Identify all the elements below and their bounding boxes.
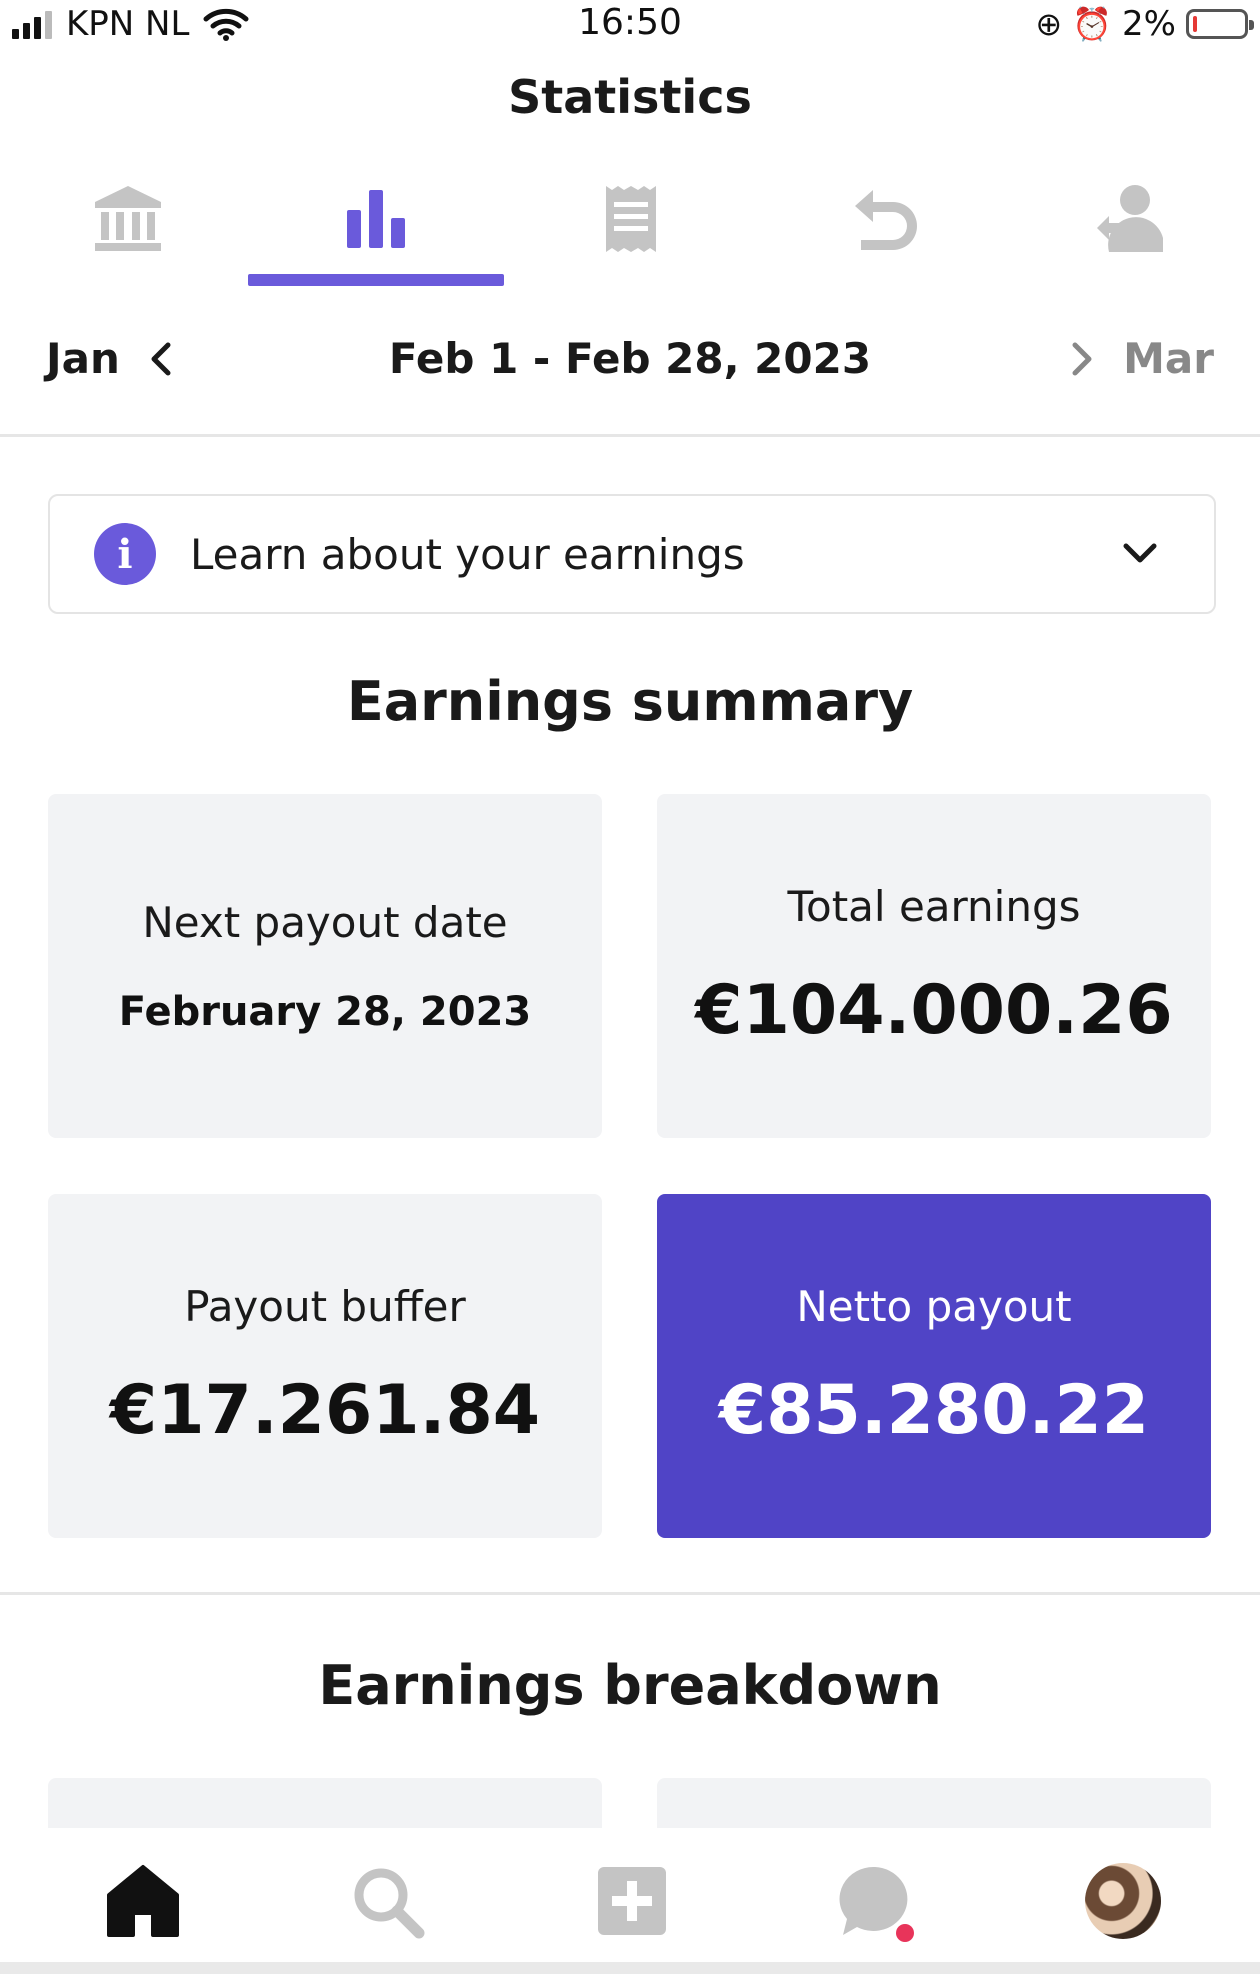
netto-payout-card: Netto payout €85.280.22 (657, 1194, 1211, 1538)
nav-add[interactable] (587, 1856, 677, 1946)
tab-refunds[interactable] (758, 170, 1014, 290)
previous-month-label: Jan (46, 334, 120, 383)
payout-buffer-card: Payout buffer €17.261.84 (48, 1194, 602, 1538)
battery-percent: 2% (1122, 4, 1176, 44)
orientation-lock-icon: ⊕ (1035, 5, 1063, 43)
nav-home[interactable] (98, 1856, 188, 1946)
status-bar: KPN NL 16:50 ⊕ ⏰ 2% (0, 0, 1260, 48)
battery-icon (1186, 9, 1254, 39)
next-month-button[interactable]: Mar (1067, 334, 1214, 383)
user-icon (1097, 185, 1163, 252)
tab-statistics[interactable] (248, 170, 504, 290)
chevron-down-icon (1123, 543, 1157, 563)
bar-chart-icon (347, 190, 405, 248)
chevron-left-icon (151, 342, 171, 375)
chevron-right-icon (1072, 342, 1092, 375)
next-payout-value: February 28, 2023 (118, 988, 532, 1035)
nav-messages[interactable] (830, 1856, 920, 1946)
next-month-label: Mar (1123, 334, 1214, 383)
divider (0, 434, 1260, 437)
page-title: Statistics (508, 70, 752, 124)
period-range: Feb 1 - Feb 28, 2023 (388, 334, 872, 383)
receipt-icon (606, 186, 656, 252)
nav-profile[interactable] (1078, 1856, 1168, 1946)
next-payout-label: Next payout date (142, 897, 508, 947)
payout-buffer-value: €17.261.84 (109, 1371, 541, 1450)
earnings-summary-title: Earnings summary (346, 670, 914, 733)
learn-earnings-expander[interactable]: i Learn about your earnings (48, 494, 1216, 614)
total-earnings-value: €104.000.26 (695, 971, 1173, 1050)
home-icon (107, 1865, 179, 1937)
earnings-breakdown-title: Earnings breakdown (318, 1654, 942, 1717)
tab-bar (0, 170, 1260, 290)
tab-bank[interactable] (0, 170, 256, 290)
undo-icon (855, 190, 917, 250)
bottom-navigation (0, 1828, 1260, 1974)
payout-buffer-label: Payout buffer (184, 1282, 466, 1331)
bank-icon (95, 186, 161, 251)
info-icon: i (94, 523, 156, 585)
active-tab-indicator (248, 274, 504, 286)
notification-dot (896, 1924, 914, 1942)
netto-payout-value: €85.280.22 (718, 1371, 1150, 1450)
total-earnings-label: Total earnings (787, 882, 1081, 931)
alarm-icon: ⏰ (1072, 5, 1113, 43)
month-navigation: Jan Feb 1 - Feb 28, 2023 Mar (0, 330, 1260, 394)
total-earnings-card: Total earnings €104.000.26 (657, 794, 1211, 1138)
search-icon (354, 1868, 425, 1939)
next-payout-card: Next payout date February 28, 2023 (48, 794, 602, 1138)
learn-earnings-label: Learn about your earnings (190, 529, 745, 579)
divider (0, 1592, 1260, 1595)
netto-payout-label: Netto payout (796, 1282, 1072, 1331)
previous-month-button[interactable]: Jan (46, 334, 176, 383)
tab-referrals[interactable] (1004, 170, 1260, 290)
home-indicator (0, 1962, 1260, 1974)
add-post-icon (598, 1867, 666, 1935)
tab-statements[interactable] (503, 170, 759, 290)
nav-search[interactable] (342, 1856, 432, 1946)
profile-avatar (1085, 1863, 1161, 1939)
